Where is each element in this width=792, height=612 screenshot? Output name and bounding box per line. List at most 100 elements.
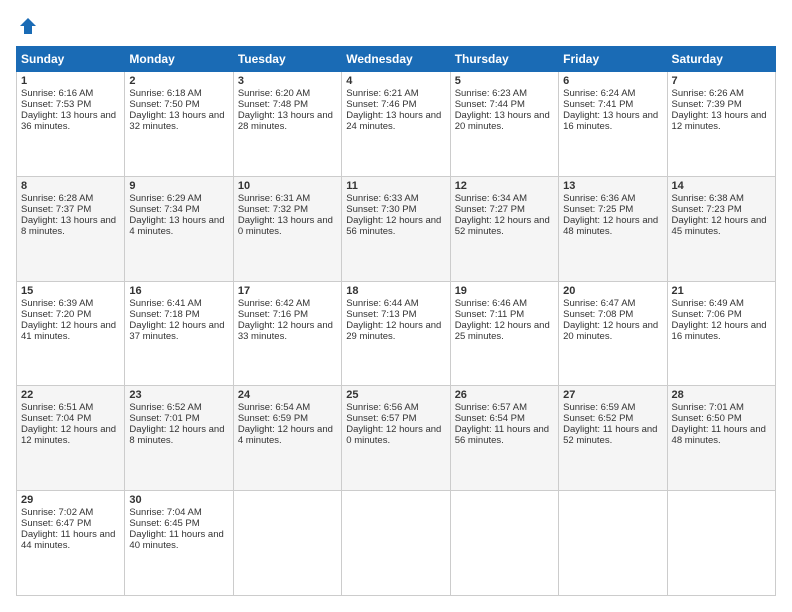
logo-icon	[18, 16, 38, 36]
daylight: Daylight: 13 hours and 0 minutes.	[238, 215, 333, 237]
daylight: Daylight: 12 hours and 56 minutes.	[346, 215, 441, 237]
sunrise: Sunrise: 7:01 AM	[672, 402, 744, 413]
daylight: Daylight: 13 hours and 12 minutes.	[672, 110, 767, 132]
day-number: 19	[455, 285, 554, 297]
table-row: 24Sunrise: 6:54 AMSunset: 6:59 PMDayligh…	[233, 386, 341, 491]
day-number: 11	[346, 180, 445, 192]
day-number: 16	[129, 285, 228, 297]
day-number: 4	[346, 75, 445, 87]
sunrise: Sunrise: 7:02 AM	[21, 507, 93, 518]
daylight: Daylight: 13 hours and 16 minutes.	[563, 110, 658, 132]
sunset: Sunset: 7:37 PM	[21, 204, 91, 215]
daylight: Daylight: 12 hours and 48 minutes.	[563, 215, 658, 237]
table-row: 25Sunrise: 6:56 AMSunset: 6:57 PMDayligh…	[342, 386, 450, 491]
sunset: Sunset: 7:23 PM	[672, 204, 742, 215]
table-row: 11Sunrise: 6:33 AMSunset: 7:30 PMDayligh…	[342, 176, 450, 281]
header-wednesday: Wednesday	[342, 47, 450, 72]
table-row: 16Sunrise: 6:41 AMSunset: 7:18 PMDayligh…	[125, 281, 233, 386]
table-row: 6Sunrise: 6:24 AMSunset: 7:41 PMDaylight…	[559, 72, 667, 177]
sunset: Sunset: 7:30 PM	[346, 204, 416, 215]
daylight: Daylight: 13 hours and 4 minutes.	[129, 215, 224, 237]
table-row: 4Sunrise: 6:21 AMSunset: 7:46 PMDaylight…	[342, 72, 450, 177]
sunset: Sunset: 6:45 PM	[129, 518, 199, 529]
daylight: Daylight: 12 hours and 33 minutes.	[238, 320, 333, 342]
daylight: Daylight: 13 hours and 28 minutes.	[238, 110, 333, 132]
table-row: 13Sunrise: 6:36 AMSunset: 7:25 PMDayligh…	[559, 176, 667, 281]
table-row: 19Sunrise: 6:46 AMSunset: 7:11 PMDayligh…	[450, 281, 558, 386]
daylight: Daylight: 12 hours and 20 minutes.	[563, 320, 658, 342]
sunrise: Sunrise: 6:23 AM	[455, 88, 527, 99]
day-number: 20	[563, 285, 662, 297]
table-row: 7Sunrise: 6:26 AMSunset: 7:39 PMDaylight…	[667, 72, 775, 177]
sunset: Sunset: 7:06 PM	[672, 309, 742, 320]
header-friday: Friday	[559, 47, 667, 72]
sunrise: Sunrise: 6:59 AM	[563, 402, 635, 413]
sunrise: Sunrise: 6:56 AM	[346, 402, 418, 413]
day-number: 6	[563, 75, 662, 87]
sunrise: Sunrise: 6:21 AM	[346, 88, 418, 99]
sunrise: Sunrise: 6:31 AM	[238, 193, 310, 204]
day-number: 14	[672, 180, 771, 192]
table-row: 17Sunrise: 6:42 AMSunset: 7:16 PMDayligh…	[233, 281, 341, 386]
table-row	[450, 491, 558, 596]
sunrise: Sunrise: 6:44 AM	[346, 298, 418, 309]
table-row: 28Sunrise: 7:01 AMSunset: 6:50 PMDayligh…	[667, 386, 775, 491]
daylight: Daylight: 11 hours and 44 minutes.	[21, 529, 115, 551]
sunset: Sunset: 7:08 PM	[563, 309, 633, 320]
sunrise: Sunrise: 6:28 AM	[21, 193, 93, 204]
daylight: Daylight: 11 hours and 40 minutes.	[129, 529, 223, 551]
day-number: 12	[455, 180, 554, 192]
sunrise: Sunrise: 6:24 AM	[563, 88, 635, 99]
table-row: 30Sunrise: 7:04 AMSunset: 6:45 PMDayligh…	[125, 491, 233, 596]
day-number: 23	[129, 389, 228, 401]
daylight: Daylight: 12 hours and 37 minutes.	[129, 320, 224, 342]
sunrise: Sunrise: 6:29 AM	[129, 193, 201, 204]
table-row: 10Sunrise: 6:31 AMSunset: 7:32 PMDayligh…	[233, 176, 341, 281]
table-row: 2Sunrise: 6:18 AMSunset: 7:50 PMDaylight…	[125, 72, 233, 177]
sunrise: Sunrise: 6:34 AM	[455, 193, 527, 204]
table-row: 26Sunrise: 6:57 AMSunset: 6:54 PMDayligh…	[450, 386, 558, 491]
day-number: 1	[21, 75, 120, 87]
calendar-week-4: 22Sunrise: 6:51 AMSunset: 7:04 PMDayligh…	[17, 386, 776, 491]
table-row	[233, 491, 341, 596]
calendar-week-5: 29Sunrise: 7:02 AMSunset: 6:47 PMDayligh…	[17, 491, 776, 596]
sunrise: Sunrise: 6:54 AM	[238, 402, 310, 413]
table-row: 21Sunrise: 6:49 AMSunset: 7:06 PMDayligh…	[667, 281, 775, 386]
daylight: Daylight: 11 hours and 48 minutes.	[672, 424, 766, 446]
sunrise: Sunrise: 6:46 AM	[455, 298, 527, 309]
table-row: 27Sunrise: 6:59 AMSunset: 6:52 PMDayligh…	[559, 386, 667, 491]
daylight: Daylight: 13 hours and 20 minutes.	[455, 110, 550, 132]
table-row: 3Sunrise: 6:20 AMSunset: 7:48 PMDaylight…	[233, 72, 341, 177]
calendar-week-1: 1Sunrise: 6:16 AMSunset: 7:53 PMDaylight…	[17, 72, 776, 177]
table-row	[667, 491, 775, 596]
sunset: Sunset: 7:44 PM	[455, 99, 525, 110]
table-row: 1Sunrise: 6:16 AMSunset: 7:53 PMDaylight…	[17, 72, 125, 177]
header-sunday: Sunday	[17, 47, 125, 72]
daylight: Daylight: 12 hours and 8 minutes.	[129, 424, 224, 446]
sunrise: Sunrise: 6:20 AM	[238, 88, 310, 99]
daylight: Daylight: 13 hours and 36 minutes.	[21, 110, 116, 132]
sunset: Sunset: 6:59 PM	[238, 413, 308, 424]
day-number: 7	[672, 75, 771, 87]
sunset: Sunset: 7:01 PM	[129, 413, 199, 424]
daylight: Daylight: 12 hours and 52 minutes.	[455, 215, 550, 237]
day-number: 25	[346, 389, 445, 401]
daylight: Daylight: 13 hours and 8 minutes.	[21, 215, 116, 237]
day-number: 27	[563, 389, 662, 401]
sunset: Sunset: 7:46 PM	[346, 99, 416, 110]
day-number: 3	[238, 75, 337, 87]
header-saturday: Saturday	[667, 47, 775, 72]
sunset: Sunset: 7:48 PM	[238, 99, 308, 110]
sunrise: Sunrise: 6:36 AM	[563, 193, 635, 204]
sunrise: Sunrise: 6:57 AM	[455, 402, 527, 413]
sunrise: Sunrise: 6:18 AM	[129, 88, 201, 99]
daylight: Daylight: 12 hours and 29 minutes.	[346, 320, 441, 342]
sunset: Sunset: 7:20 PM	[21, 309, 91, 320]
table-row: 15Sunrise: 6:39 AMSunset: 7:20 PMDayligh…	[17, 281, 125, 386]
sunset: Sunset: 6:50 PM	[672, 413, 742, 424]
sunset: Sunset: 7:41 PM	[563, 99, 633, 110]
table-row: 5Sunrise: 6:23 AMSunset: 7:44 PMDaylight…	[450, 72, 558, 177]
daylight: Daylight: 11 hours and 52 minutes.	[563, 424, 657, 446]
day-number: 5	[455, 75, 554, 87]
logo	[16, 16, 38, 36]
